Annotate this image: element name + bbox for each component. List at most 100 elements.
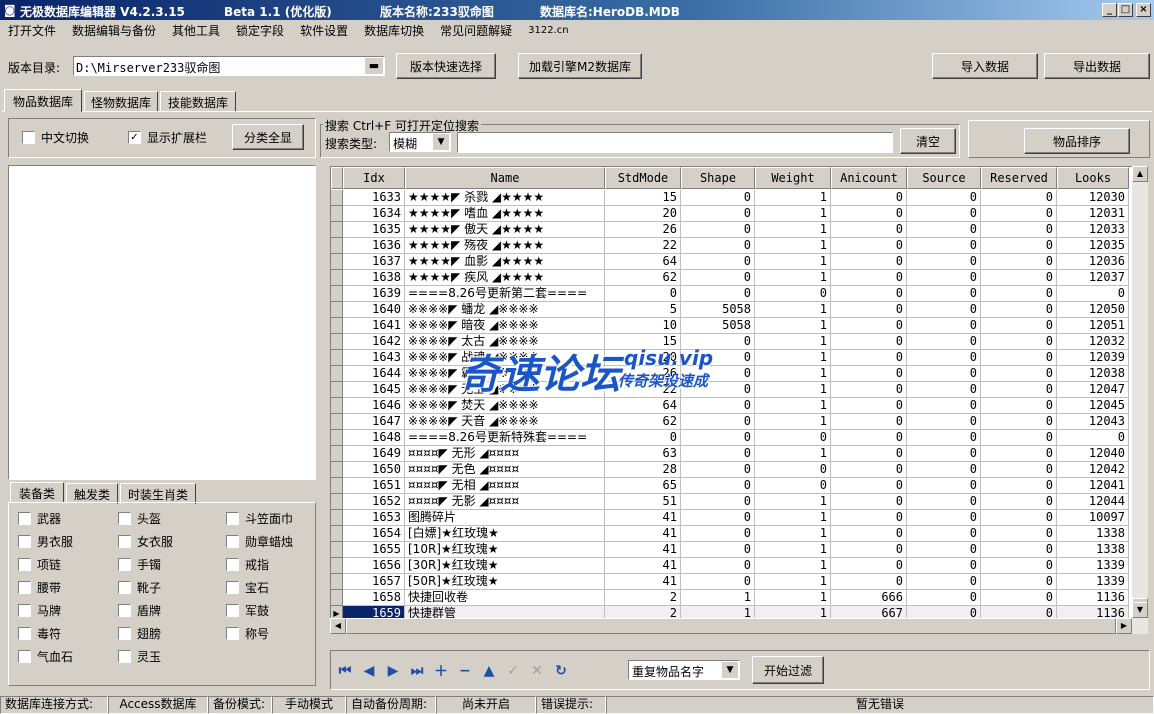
table-row[interactable]: 1648 ====8.26号更新特殊套==== 0 0 0 0 0 0 0	[331, 430, 1131, 446]
row-indicator[interactable]	[331, 462, 343, 478]
clear-button[interactable]: 清空	[900, 128, 956, 154]
table-cell[interactable]: [30R]★红玫瑰★	[405, 558, 605, 574]
table-row[interactable]: 1636 ★★★★◤ 殇夜 ◢★★★★ 22 0 1 0 0 0 12035	[331, 238, 1131, 254]
category-checkbox[interactable]: 靴子	[118, 579, 161, 596]
checkbox-icon[interactable]	[18, 627, 31, 640]
table-cell[interactable]: 64	[605, 254, 681, 270]
table-cell[interactable]: [白嫖]★红玫瑰★	[405, 526, 605, 542]
table-cell[interactable]: 1	[755, 414, 831, 430]
column-header[interactable]: Anicount	[831, 167, 907, 189]
table-row[interactable]: 1639 ====8.26号更新第二套==== 0 0 0 0 0 0 0	[331, 286, 1131, 302]
table-cell[interactable]: 5058	[681, 302, 755, 318]
table-cell[interactable]: 0	[681, 414, 755, 430]
table-cell[interactable]: 1	[755, 382, 831, 398]
table-cell[interactable]: 1	[755, 574, 831, 590]
table-row[interactable]: 1654 [白嫖]★红玫瑰★ 41 0 1 0 0 0 1338	[331, 526, 1131, 542]
add-record-icon[interactable]: ＋	[432, 662, 450, 680]
menu-settings[interactable]: 软件设置	[292, 22, 356, 39]
table-cell[interactable]: 22	[605, 238, 681, 254]
table-cell[interactable]: 12040	[1057, 446, 1129, 462]
table-cell[interactable]: 2	[605, 590, 681, 606]
table-cell[interactable]: 1643	[343, 350, 405, 366]
checkbox-icon[interactable]	[18, 558, 31, 571]
table-cell[interactable]: 1	[755, 318, 831, 334]
vertical-scrollbar[interactable]: ▲ ▼	[1132, 166, 1148, 618]
table-cell[interactable]: 1	[755, 398, 831, 414]
table-cell[interactable]: 12051	[1057, 318, 1129, 334]
menu-site[interactable]: 3122.cn	[520, 25, 576, 36]
table-cell[interactable]: [50R]★红玫瑰★	[405, 574, 605, 590]
table-cell[interactable]: 0	[681, 366, 755, 382]
tab-items[interactable]: 物品数据库	[4, 89, 82, 112]
column-header[interactable]: Reserved	[981, 167, 1057, 189]
checkbox-icon[interactable]	[118, 558, 131, 571]
chevron-down-icon[interactable]: ▼	[433, 134, 449, 150]
table-cell[interactable]: 1	[755, 510, 831, 526]
table-cell[interactable]: 0	[681, 382, 755, 398]
table-cell[interactable]: 0	[981, 318, 1057, 334]
table-cell[interactable]: 63	[605, 446, 681, 462]
table-cell[interactable]: 0	[1057, 430, 1129, 446]
row-indicator[interactable]	[331, 590, 343, 606]
scroll-up-icon[interactable]: ▲	[1132, 166, 1148, 182]
category-checkbox[interactable]: 马牌	[18, 602, 61, 619]
table-cell[interactable]: 0	[681, 222, 755, 238]
table-cell[interactable]: 22	[605, 382, 681, 398]
table-cell[interactable]: 0	[907, 318, 981, 334]
column-header[interactable]: Source	[907, 167, 981, 189]
table-cell[interactable]: 0	[981, 446, 1057, 462]
table-cell[interactable]: 0	[907, 590, 981, 606]
table-cell[interactable]: 0	[907, 222, 981, 238]
last-record-icon[interactable]: ⏭	[408, 662, 426, 680]
table-cell[interactable]: 41	[605, 510, 681, 526]
table-cell[interactable]: ※※※※◤ 暗夜 ◢※※※※	[405, 318, 605, 334]
table-cell[interactable]: 0	[981, 222, 1057, 238]
table-cell[interactable]: 12033	[1057, 222, 1129, 238]
table-cell[interactable]: ¤¤¤¤◤ 无影 ◢¤¤¤¤	[405, 494, 605, 510]
close-button[interactable]: ×	[1136, 3, 1151, 17]
table-cell[interactable]: 12036	[1057, 254, 1129, 270]
table-row[interactable]: 1645 ※※※※◤ 无上 ◢※※※※ 22 0 1 0 0 0 12047	[331, 382, 1131, 398]
import-button[interactable]: 导入数据	[932, 53, 1038, 79]
table-cell[interactable]: 0	[681, 350, 755, 366]
table-row[interactable]: 1635 ★★★★◤ 傲天 ◢★★★★ 26 0 1 0 0 0 12033	[331, 222, 1131, 238]
table-cell[interactable]: 0	[831, 382, 907, 398]
table-cell[interactable]: 0	[831, 494, 907, 510]
load-engine-button[interactable]: 加载引擎M2数据库	[518, 53, 642, 79]
table-cell[interactable]: 1651	[343, 478, 405, 494]
show-all-button[interactable]: 分类全显	[232, 124, 304, 150]
cancel-record-icon[interactable]: ✕	[528, 662, 546, 680]
table-cell[interactable]: 1641	[343, 318, 405, 334]
table-cell[interactable]: 0	[831, 206, 907, 222]
table-cell[interactable]: 5	[605, 302, 681, 318]
table-cell[interactable]: 1653	[343, 510, 405, 526]
table-cell[interactable]: 1136	[1057, 590, 1129, 606]
table-cell[interactable]: 1	[755, 590, 831, 606]
checkbox-icon[interactable]	[18, 512, 31, 525]
delete-record-icon[interactable]: −	[456, 662, 474, 680]
table-row[interactable]: 1651 ¤¤¤¤◤ 无相 ◢¤¤¤¤ 65 0 0 0 0 0 12041	[331, 478, 1131, 494]
table-cell[interactable]: 0	[681, 238, 755, 254]
checkbox-icon[interactable]	[18, 581, 31, 594]
cat-tab-equipment[interactable]: 装备类	[10, 482, 64, 503]
table-cell[interactable]: 0	[907, 414, 981, 430]
category-checkbox[interactable]: 腰带	[18, 579, 61, 596]
table-cell[interactable]: 1	[755, 542, 831, 558]
menu-db-switch[interactable]: 数据库切换	[356, 22, 432, 39]
row-indicator[interactable]	[331, 334, 343, 350]
table-cell[interactable]: 65	[605, 478, 681, 494]
row-indicator[interactable]	[331, 542, 343, 558]
quick-select-button[interactable]: 版本快速选择	[396, 53, 496, 79]
table-cell[interactable]: 0	[981, 382, 1057, 398]
table-cell[interactable]: 12037	[1057, 270, 1129, 286]
checkbox-icon[interactable]	[226, 512, 239, 525]
start-filter-button[interactable]: 开始过滤	[752, 656, 824, 684]
table-cell[interactable]: 0	[681, 494, 755, 510]
table-cell[interactable]: 0	[681, 190, 755, 206]
table-cell[interactable]: 1	[755, 558, 831, 574]
table-cell[interactable]: 0	[831, 478, 907, 494]
table-cell[interactable]: 0	[981, 430, 1057, 446]
table-row[interactable]: 1643 ※※※※◤ 战魂 ◢※※※※ 20 0 1 0 0 0 12039	[331, 350, 1131, 366]
row-indicator[interactable]	[331, 574, 343, 590]
table-cell[interactable]: 0	[831, 558, 907, 574]
